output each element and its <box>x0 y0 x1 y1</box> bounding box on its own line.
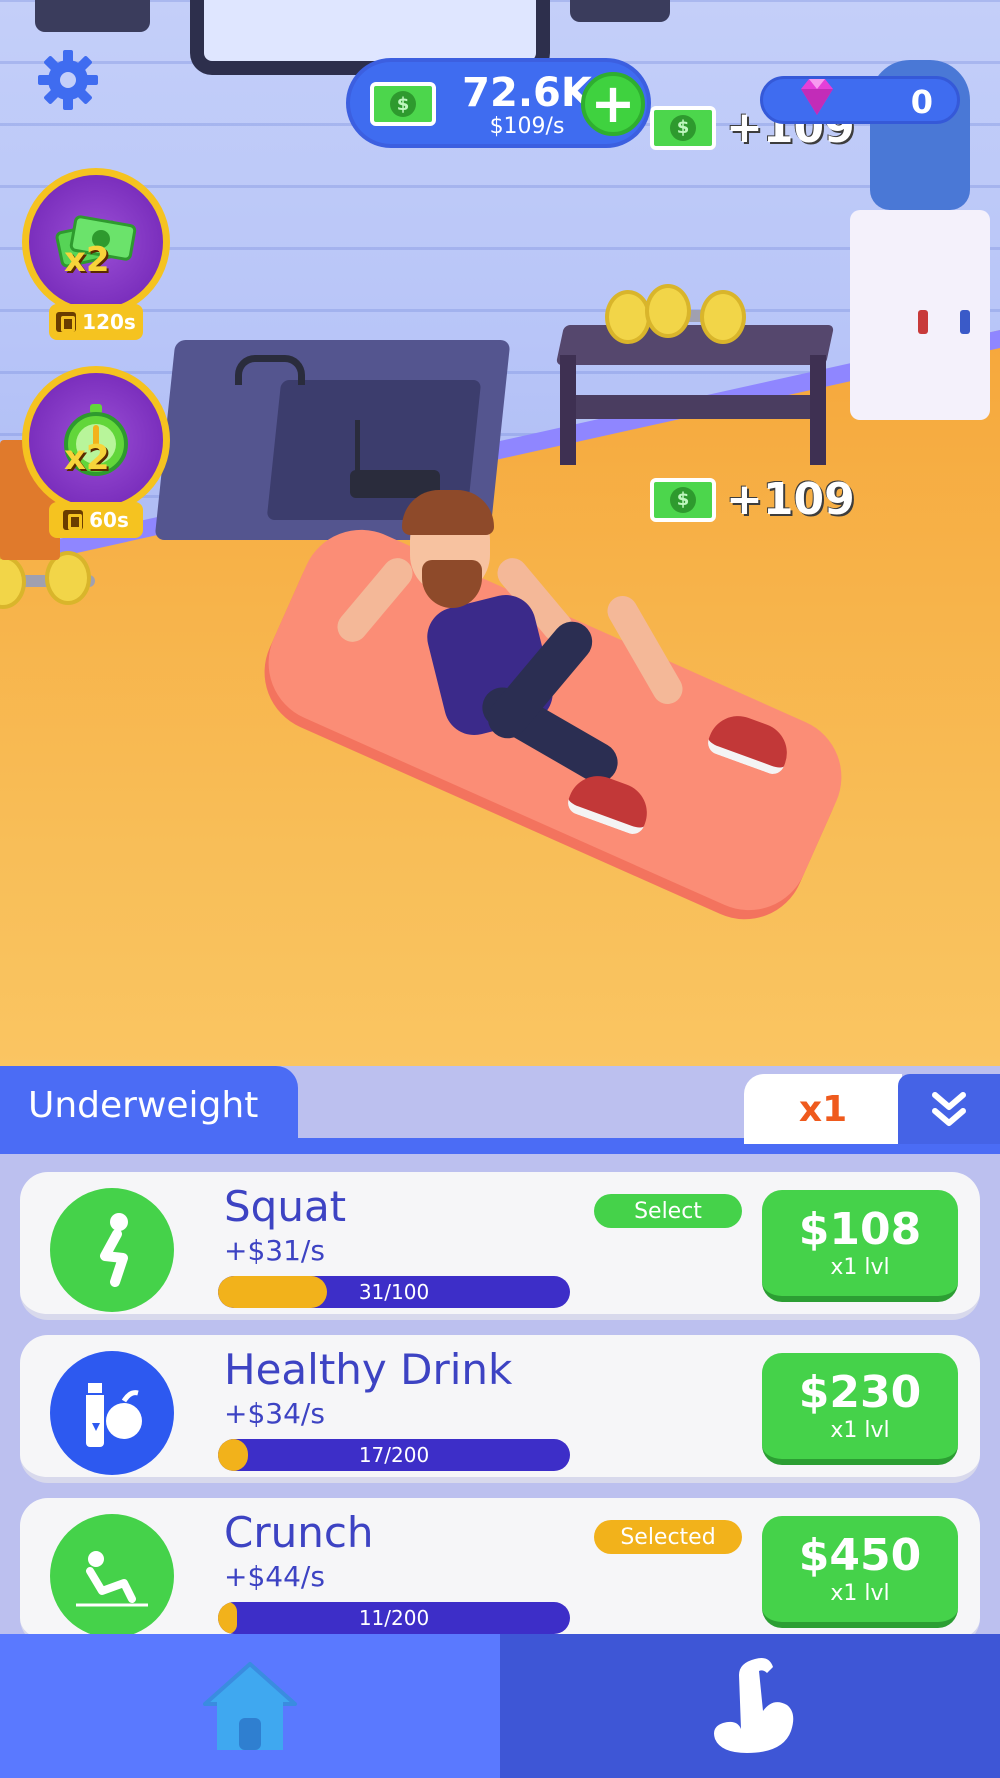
upgrade-button[interactable]: $108 x1 lvl <box>762 1190 958 1302</box>
crunch-icon <box>50 1514 174 1636</box>
progress-bar: 11/200 <box>218 1602 570 1634</box>
plus-icon: + <box>590 72 636 135</box>
upgrade-button[interactable]: $230 x1 lvl <box>762 1353 958 1465</box>
nav-workout-tab[interactable] <box>500 1634 1000 1778</box>
floating-reward: +109 <box>650 474 855 525</box>
muscle-arm-icon <box>714 1658 794 1753</box>
exercise-panel: Underweight x1 Squat +$31/s 31/100 Selec… <box>0 1066 1000 1636</box>
cash-icon <box>650 477 716 522</box>
exercise-card-squat: Squat +$31/s 31/100 Select $108 x1 lvl <box>20 1172 980 1320</box>
wall-tv-left <box>35 0 150 32</box>
gem-icon <box>801 79 833 115</box>
player-character[interactable] <box>330 490 800 850</box>
exercise-card-healthy-drink: Healthy Drink +$34/s 17/200 $230 x1 lvl <box>20 1335 980 1483</box>
boost-timer: 60s <box>49 502 143 538</box>
selected-badge: Selected <box>594 1520 742 1554</box>
dumbbell-rack <box>555 315 835 465</box>
nav-home-tab[interactable] <box>0 1634 500 1778</box>
video-ad-icon <box>56 312 77 332</box>
exercise-list[interactable]: Squat +$31/s 31/100 Select $108 x1 lvl H… <box>0 1154 1000 1636</box>
cash-icon <box>370 82 436 126</box>
handle-grip <box>235 355 305 385</box>
video-ad-icon <box>63 510 84 530</box>
money-counter: 72.6K $109/s + <box>346 58 651 148</box>
drink-apple-icon <box>50 1351 174 1475</box>
bottom-nav <box>0 1634 1000 1778</box>
collapse-panel-button[interactable] <box>898 1074 1000 1144</box>
gem-counter[interactable]: 0 <box>760 76 960 124</box>
upgrade-button[interactable]: $450 x1 lvl <box>762 1516 958 1628</box>
wall-tv-right <box>570 0 670 22</box>
gear-icon <box>38 50 98 110</box>
gem-count: 0 <box>910 83 933 121</box>
exercise-card-crunch: Crunch +$44/s 11/200 Selected $450 x1 lv… <box>20 1498 980 1636</box>
progress-bar: 17/200 <box>218 1439 570 1471</box>
boost-timer: 120s <box>49 304 143 340</box>
add-money-button[interactable]: + <box>581 72 645 136</box>
squat-icon <box>50 1188 174 1312</box>
category-tab[interactable]: Underweight <box>0 1066 298 1144</box>
speed-boost-button[interactable]: x2 60s <box>22 366 170 546</box>
cash-icon <box>650 105 716 150</box>
money-rate: $109/s <box>489 114 565 139</box>
settings-button[interactable] <box>36 48 100 112</box>
game-scene: +109 +109 72.6K $109/s + <box>0 0 1000 1070</box>
progress-bar: 31/100 <box>218 1276 570 1308</box>
money-amount: 72.6K <box>462 70 592 116</box>
chevron-double-down-icon <box>932 1092 966 1126</box>
buy-multiplier-button[interactable]: x1 <box>744 1074 902 1144</box>
cash-boost-button[interactable]: x2 120s <box>22 168 170 348</box>
select-button[interactable]: Select <box>594 1194 742 1228</box>
home-icon <box>203 1662 297 1750</box>
